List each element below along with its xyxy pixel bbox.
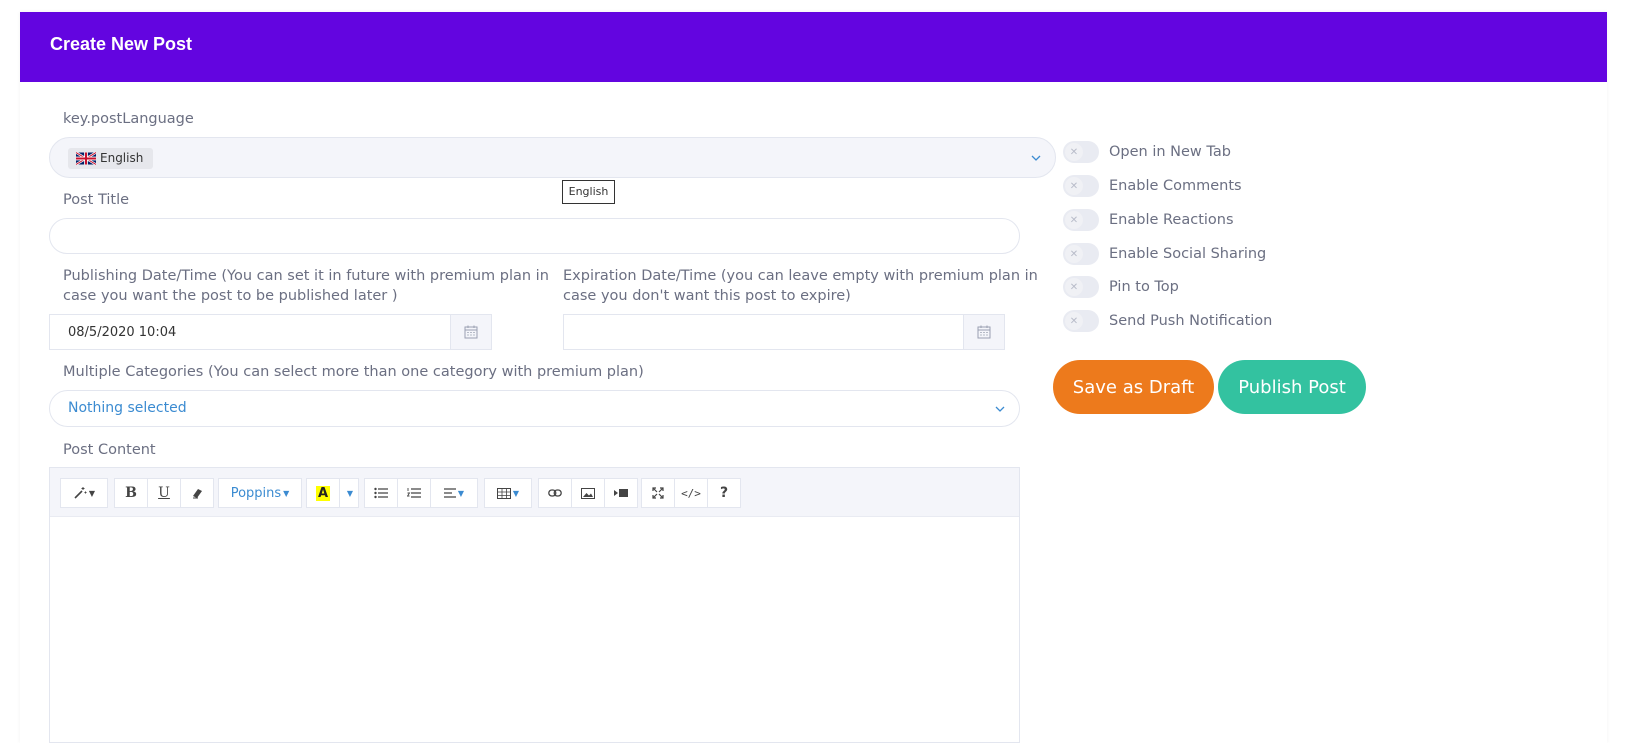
color-dropdown-button[interactable]: ▼ xyxy=(339,478,359,508)
toggle-switch[interactable]: ✕ xyxy=(1063,209,1099,231)
insert-image-button[interactable] xyxy=(571,478,605,508)
caret-down-icon: ▼ xyxy=(346,488,354,498)
categories-select[interactable]: Nothing selected xyxy=(49,390,1020,427)
expiration-label-line1: Expiration Date/Time (you can leave empt… xyxy=(563,268,1038,284)
magic-wand-icon xyxy=(74,487,87,499)
language-select[interactable]: English xyxy=(49,137,1056,178)
toolbar-group-insert xyxy=(538,478,638,508)
calendar-icon xyxy=(977,325,991,339)
toolbar-group-fontname: Poppins ▼ xyxy=(218,478,302,508)
unordered-list-button[interactable] xyxy=(364,478,398,508)
font-name-label: Poppins xyxy=(230,485,282,501)
code-view-button[interactable]: </> xyxy=(674,478,708,508)
eraser-icon xyxy=(193,489,202,499)
post-title-label: Post Title xyxy=(63,192,130,208)
x-icon: ✕ xyxy=(1065,211,1083,229)
language-tooltip: English xyxy=(562,180,615,204)
publishing-calendar-button[interactable] xyxy=(450,315,491,349)
highlight-a-icon: A xyxy=(315,485,331,501)
caret-down-icon: ▼ xyxy=(457,488,465,498)
toggle-label: Open in New Tab xyxy=(1109,144,1231,160)
calendar-icon xyxy=(464,325,478,339)
toggle-open-new-tab[interactable]: ✕ Open in New Tab xyxy=(1063,138,1231,166)
toggle-switch[interactable]: ✕ xyxy=(1063,310,1099,332)
bullet-list-icon xyxy=(374,487,388,499)
question-icon: ? xyxy=(719,485,729,501)
align-left-icon xyxy=(443,488,456,498)
expiration-date-input[interactable] xyxy=(563,314,1005,350)
publishing-date-value: 08/5/2020 10:04 xyxy=(68,325,177,340)
publish-post-button[interactable]: Publish Post xyxy=(1218,360,1366,414)
language-label: key.postLanguage xyxy=(63,111,194,127)
toggle-pin-to-top[interactable]: ✕ Pin to Top xyxy=(1063,273,1179,301)
save-draft-button[interactable]: Save as Draft xyxy=(1053,360,1214,414)
toolbar-group-view: </> ? xyxy=(641,478,741,508)
numbered-list-icon xyxy=(407,488,421,498)
caret-down-icon: ▼ xyxy=(283,488,290,498)
uk-flag-icon xyxy=(76,152,96,165)
chevron-down-icon xyxy=(1031,155,1041,161)
toggle-switch[interactable]: ✕ xyxy=(1063,276,1099,298)
expiration-label-line2: case you don't want this post to expire) xyxy=(563,288,851,304)
help-button[interactable]: ? xyxy=(707,478,741,508)
post-content-label: Post Content xyxy=(63,442,156,458)
toggle-label: Enable Reactions xyxy=(1109,212,1234,228)
categories-label: Multiple Categories (You can select more… xyxy=(63,364,644,380)
fullscreen-button[interactable] xyxy=(641,478,675,508)
publishing-label-line1: Publishing Date/Time (You can set it in … xyxy=(63,268,549,284)
caret-down-icon: ▼ xyxy=(512,488,520,498)
clear-format-button[interactable] xyxy=(180,478,214,508)
toggle-label: Enable Social Sharing xyxy=(1109,246,1267,262)
toolbar-group-table: ▼ xyxy=(484,478,532,508)
post-title-input[interactable] xyxy=(49,218,1020,254)
toolbar-group-font: B U xyxy=(114,478,214,508)
x-icon: ✕ xyxy=(1065,245,1083,263)
chevron-down-icon xyxy=(995,406,1005,412)
ordered-list-button[interactable] xyxy=(397,478,431,508)
toggle-label: Send Push Notification xyxy=(1109,313,1273,329)
toolbar-group-para: ▼ xyxy=(364,478,478,508)
underline-button[interactable]: U xyxy=(147,478,181,508)
toggle-enable-reactions[interactable]: ✕ Enable Reactions xyxy=(1063,206,1234,234)
x-icon: ✕ xyxy=(1065,278,1083,296)
font-name-button[interactable]: Poppins ▼ xyxy=(218,478,302,508)
insert-link-button[interactable] xyxy=(538,478,572,508)
insert-video-button[interactable] xyxy=(604,478,638,508)
post-content-editor[interactable]: ▼ B U Poppins ▼ A ▼ ▼ ▼ </> ? xyxy=(49,467,1020,743)
publishing-label-line2: case you want the post to be published l… xyxy=(63,288,398,304)
publishing-date-input[interactable]: 08/5/2020 10:04 xyxy=(49,314,492,350)
x-icon: ✕ xyxy=(1065,177,1083,195)
video-icon xyxy=(614,489,628,497)
editor-toolbar: ▼ B U Poppins ▼ A ▼ ▼ ▼ </> ? xyxy=(50,468,1019,517)
x-icon: ✕ xyxy=(1065,312,1083,330)
expiration-calendar-button[interactable] xyxy=(963,315,1004,349)
categories-selected-value: Nothing selected xyxy=(68,400,187,416)
toggle-enable-social-sharing[interactable]: ✕ Enable Social Sharing xyxy=(1063,240,1266,268)
text-color-button[interactable]: A xyxy=(306,478,340,508)
language-chip-label: English xyxy=(100,151,144,165)
style-button[interactable]: ▼ xyxy=(60,478,108,508)
language-chip[interactable]: English xyxy=(68,148,154,169)
toggle-send-push-notification[interactable]: ✕ Send Push Notification xyxy=(1063,307,1272,335)
bold-button[interactable]: B xyxy=(114,478,148,508)
toggle-label: Pin to Top xyxy=(1109,279,1179,295)
expand-icon xyxy=(652,487,664,499)
toggle-enable-comments[interactable]: ✕ Enable Comments xyxy=(1063,172,1242,200)
toggle-label: Enable Comments xyxy=(1109,178,1242,194)
page-title: Create New Post xyxy=(50,34,193,54)
link-icon xyxy=(548,489,562,497)
toggle-switch[interactable]: ✕ xyxy=(1063,175,1099,197)
paragraph-align-button[interactable]: ▼ xyxy=(430,478,478,508)
caret-down-icon: ▼ xyxy=(88,488,96,498)
code-icon: </> xyxy=(681,486,701,500)
toolbar-group-style: ▼ xyxy=(60,478,108,508)
table-icon xyxy=(496,487,511,499)
table-button[interactable]: ▼ xyxy=(484,478,532,508)
toolbar-group-color: A ▼ xyxy=(306,478,359,508)
x-icon: ✕ xyxy=(1065,143,1083,161)
card-header: Create New Post xyxy=(20,12,1607,82)
toggle-switch[interactable]: ✕ xyxy=(1063,243,1099,265)
toggle-switch[interactable]: ✕ xyxy=(1063,141,1099,163)
image-icon xyxy=(581,487,595,499)
